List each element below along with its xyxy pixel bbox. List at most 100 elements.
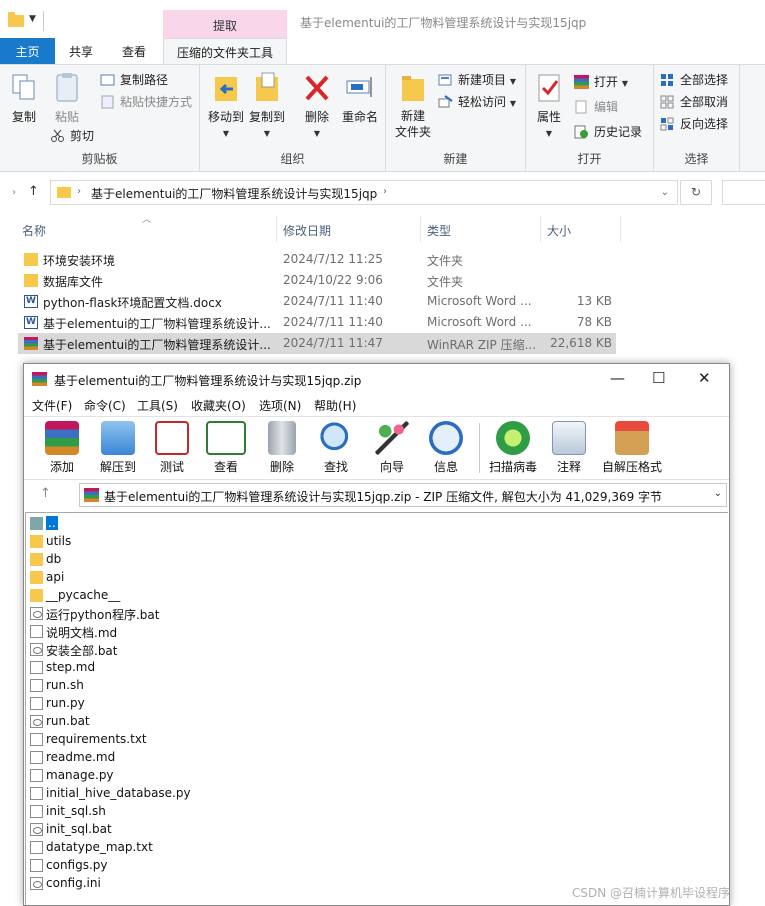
chevron-down-icon[interactable]: ⌄ [661,187,669,198]
edit-button[interactable]: 编辑 [574,98,618,116]
move-to-button[interactable]: 移动到 ▼ [206,71,246,139]
address-bar[interactable]: › 基于elementui的工厂物料管理系统设计与实现15jqp › ⌄ [50,180,678,205]
move-to-label: 移动到 [207,110,244,124]
column-divider[interactable] [276,216,277,242]
file-row[interactable]: 数据库文件 2024/10/22 9:06 文件夹 [18,270,616,291]
select-none-button[interactable]: 全部取消 [660,93,728,111]
entry-name: utils [46,534,72,548]
file-row[interactable]: 基于elementui的工厂物料管理系统设计... 2024/7/11 11:4… [18,312,616,333]
menu-help[interactable]: 帮助(H) [314,397,356,414]
search-input[interactable] [722,180,765,205]
delete-archive-button[interactable]: 删除 [264,421,300,475]
open-button[interactable]: 打开 ▼ [574,73,628,91]
paste-shortcut-button[interactable]: 粘贴快捷方式 [100,93,192,111]
paste-button[interactable]: 粘贴 [50,71,84,125]
column-type[interactable]: 类型 [427,222,451,239]
scissors-icon [50,129,65,143]
history-label: 历史记录 [594,125,643,139]
wizard-label: 向导 [379,460,404,474]
copy-to-button[interactable]: 复制到 ▼ [247,71,287,139]
tab-compressed-folder-tools[interactable]: 压缩的文件夹工具 [163,38,287,64]
add-button[interactable]: 添加 [42,421,82,475]
folder-icon [57,187,71,198]
comment-label: 注释 [556,460,581,474]
menu-commands[interactable]: 命令(C) [84,397,126,414]
info-button[interactable]: 信息 [428,421,464,475]
column-name[interactable]: 名称 [22,222,46,239]
settings-file-icon [30,715,43,728]
winrar-address-bar[interactable]: 基于elementui的工厂物料管理系统设计与实现15jqp.zip - ZIP… [79,483,727,507]
file-name: 环境安装环境 [43,254,116,268]
tab-share[interactable]: 共享 [62,38,100,64]
file-date: 2024/10/22 9:06 [283,273,383,287]
comment-button[interactable]: 注释 [552,421,586,475]
minimize-icon[interactable]: — [610,369,625,387]
test-button[interactable]: 测试 [154,421,190,475]
tab-home[interactable]: 主页 [0,38,55,64]
chevron-down-icon[interactable]: ▼ [29,14,36,24]
ribbon-group-organize: 移动到 ▼ 复制到 ▼ 删除 ▼ 重命名 组织 [200,65,386,171]
easy-access-label: 轻松访问 [458,95,507,109]
copy-path-button[interactable]: 复制路径 [100,71,168,89]
recent-locations-icon[interactable]: › [12,187,16,198]
organize-group-label: 组织 [280,152,305,166]
copy-path-icon [100,73,115,87]
history-icon [574,125,589,139]
copy-button[interactable]: 复制 [6,71,42,125]
refresh-button[interactable]: ↻ [680,180,712,205]
new-item-button[interactable]: 新建项目 ▼ [438,71,516,89]
folder-icon[interactable] [8,12,24,27]
menu-favorites[interactable]: 收藏夹(O) [191,397,246,414]
file-row[interactable]: python-flask环境配置文档.docx 2024/7/11 11:40 … [18,291,616,312]
view-book-icon [206,421,246,455]
extract-to-button[interactable]: 解压到 [96,421,140,475]
file-row-selected[interactable]: 基于elementui的工厂物料管理系统设计... 2024/7/11 11:4… [18,333,616,354]
up-arrow-icon[interactable]: ↑ [28,184,39,199]
column-date[interactable]: 修改日期 [283,222,331,239]
ribbon-group-new: 新建 文件夹 新建项目 ▼ 轻松访问 ▼ 新建 [386,65,526,171]
column-divider[interactable] [420,216,421,242]
menu-options[interactable]: 选项(N) [259,397,301,414]
maximize-icon[interactable]: ☐ [652,369,665,387]
select-all-button[interactable]: 全部选择 [660,71,728,89]
invert-selection-label: 反向选择 [680,117,729,131]
tab-view[interactable]: 查看 [115,38,153,64]
chevron-down-icon: ▼ [222,129,230,138]
select-all-icon [660,73,675,87]
easy-access-button[interactable]: 轻松访问 ▼ [438,93,516,111]
find-button[interactable]: 查找 [318,421,354,475]
invert-selection-button[interactable]: 反向选择 [660,115,728,133]
cut-button[interactable]: 剪切 [50,127,94,145]
sfx-button[interactable]: 自解压格式 [600,421,664,475]
new-folder-button[interactable]: 新建 文件夹 [390,71,436,140]
menu-file[interactable]: 文件(F) [32,397,72,414]
column-divider[interactable] [620,216,621,242]
properties-button[interactable]: 属性 ▼ [532,71,566,139]
winrar-icon [32,372,47,386]
column-divider[interactable] [540,216,541,242]
rename-button[interactable]: 重命名 [338,71,382,125]
winrar-menu-bar: 文件(F) 命令(C) 工具(S) 收藏夹(O) 选项(N) 帮助(H) [24,394,729,416]
context-tab-extract[interactable]: 提取 [163,10,287,38]
new-group-label: 新建 [443,152,468,166]
history-button[interactable]: 历史记录 [574,123,642,141]
archive-file-list[interactable]: .. utils db api __pycache__ 运行python程序.bat 说明文… [25,512,728,905]
close-icon[interactable]: ✕ [698,369,711,387]
file-type: Microsoft Word ... [427,315,532,329]
scan-virus-button[interactable]: 扫描病毒 [486,421,540,475]
menu-tools[interactable]: 工具(S) [137,397,178,414]
address-path[interactable]: 基于elementui的工厂物料管理系统设计与实现15jqp [91,185,377,202]
entry-name: 运行python程序.bat [46,608,160,622]
delete-button[interactable]: 删除 ▼ [300,71,334,139]
view-button[interactable]: 查看 [206,421,246,475]
paste-shortcut-icon [100,95,115,109]
chevron-down-icon[interactable]: ⌄ [714,488,722,499]
test-label: 测试 [159,460,184,474]
ribbon-group-clipboard: 复制 粘贴 复制路径 粘贴快捷方式 剪切 剪贴板 [0,65,200,171]
file-row[interactable]: 环境安装环境 2024/7/12 11:25 文件夹 [18,249,616,270]
wizard-button[interactable]: 向导 [374,421,410,475]
add-archive-icon [45,421,79,455]
file-icon [30,733,43,746]
up-arrow-icon[interactable]: ↑ [40,486,51,501]
column-size[interactable]: 大小 [547,222,571,239]
